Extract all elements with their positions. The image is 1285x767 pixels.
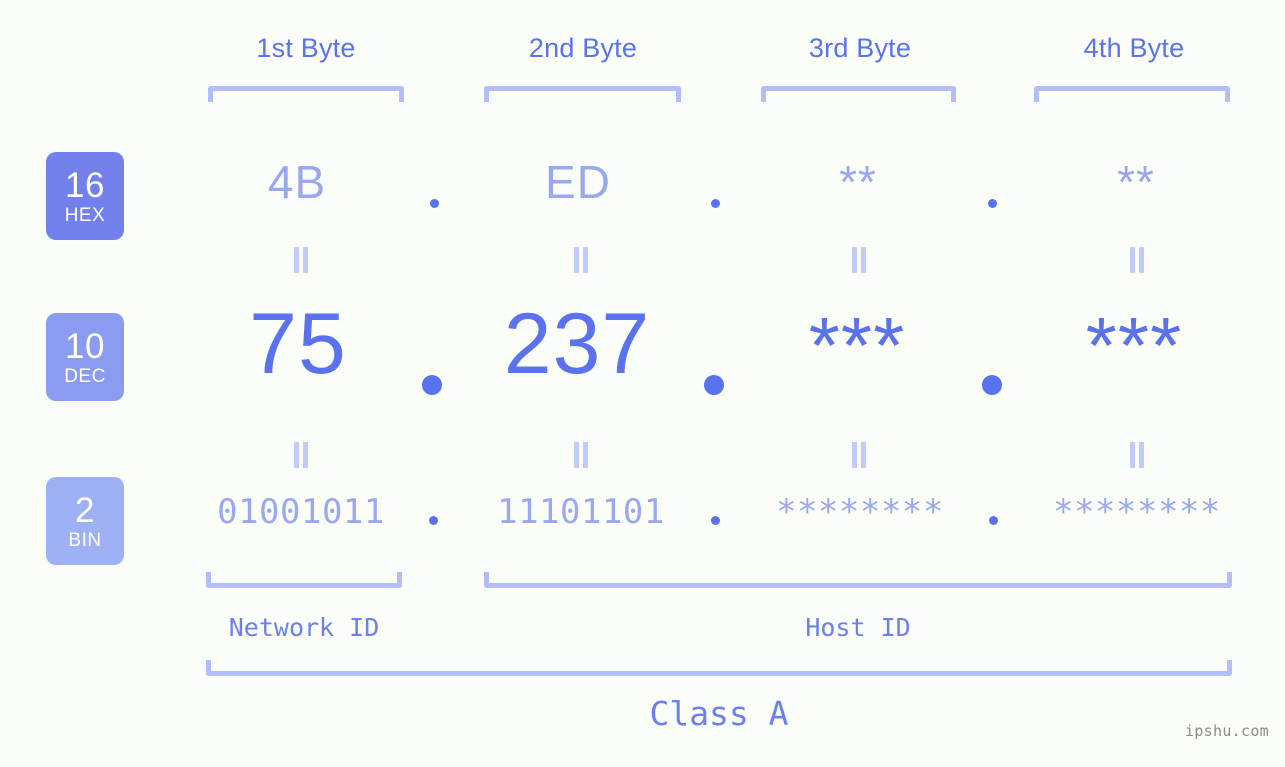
base-badge-hex-number: 16	[65, 168, 105, 203]
equals-connector-dec-bin-byte-2	[571, 442, 591, 468]
bin-byte-4-value: ********	[1037, 492, 1237, 532]
bin-separator-dot-2	[711, 516, 720, 525]
hex-byte-3-value: **	[758, 155, 958, 209]
dec-byte-1-value: 75	[198, 295, 398, 394]
dec-byte-2-value: 237	[477, 295, 677, 394]
column-header-2nd-byte: 2nd Byte	[483, 33, 683, 64]
bin-separator-dot-3	[989, 516, 998, 525]
equals-connector-dec-bin-byte-4	[1127, 442, 1147, 468]
base-badge-dec-number: 10	[65, 329, 105, 364]
dec-separator-dot-3	[982, 375, 1002, 395]
region-label-network-id: Network ID	[206, 613, 402, 642]
bracket-top-3rd-byte	[761, 86, 956, 102]
equals-connector-hex-dec-byte-1	[291, 247, 311, 273]
ip-address-breakdown-diagram: 1st Byte 2nd Byte 3rd Byte 4th Byte 16 H…	[0, 0, 1285, 767]
column-header-4th-byte: 4th Byte	[1034, 33, 1234, 64]
dec-separator-dot-1	[422, 375, 442, 395]
hex-separator-dot-1	[430, 199, 439, 208]
equals-connector-hex-dec-byte-4	[1127, 247, 1147, 273]
bin-byte-3-value: ********	[760, 492, 960, 532]
dec-separator-dot-2	[704, 375, 724, 395]
bin-separator-dot-1	[429, 516, 438, 525]
bracket-top-4th-byte	[1034, 86, 1230, 102]
base-badge-bin: 2 BIN	[46, 477, 124, 565]
base-badge-dec-name: DEC	[64, 367, 106, 386]
bin-byte-1-value: 01001011	[201, 492, 401, 532]
bin-byte-2-value: 11101101	[481, 492, 681, 532]
bracket-top-1st-byte	[208, 86, 404, 102]
base-badge-hex: 16 HEX	[46, 152, 124, 240]
equals-connector-dec-bin-byte-1	[291, 442, 311, 468]
column-header-1st-byte: 1st Byte	[206, 33, 406, 64]
column-header-3rd-byte: 3rd Byte	[760, 33, 960, 64]
bracket-top-2nd-byte	[484, 86, 681, 102]
base-badge-bin-name: BIN	[68, 531, 101, 550]
base-badge-bin-number: 2	[75, 493, 95, 528]
hex-byte-2-value: ED	[478, 155, 678, 209]
base-badge-dec: 10 DEC	[46, 313, 124, 401]
bracket-bottom-network-id	[206, 572, 402, 588]
bracket-bottom-host-id	[484, 572, 1232, 588]
hex-separator-dot-2	[711, 199, 720, 208]
hex-byte-4-value: **	[1036, 155, 1236, 209]
equals-connector-hex-dec-byte-2	[571, 247, 591, 273]
equals-connector-hex-dec-byte-3	[849, 247, 869, 273]
base-badge-hex-name: HEX	[65, 206, 106, 225]
hex-byte-1-value: 4B	[197, 155, 397, 209]
bracket-bottom-class	[206, 660, 1232, 676]
dec-byte-3-value: ***	[757, 300, 957, 392]
region-label-class: Class A	[206, 694, 1232, 733]
hex-separator-dot-3	[988, 199, 997, 208]
region-label-host-id: Host ID	[484, 613, 1232, 642]
dec-byte-4-value: ***	[1034, 300, 1234, 392]
equals-connector-dec-bin-byte-3	[849, 442, 869, 468]
watermark-ipshu: ipshu.com	[1185, 722, 1269, 740]
